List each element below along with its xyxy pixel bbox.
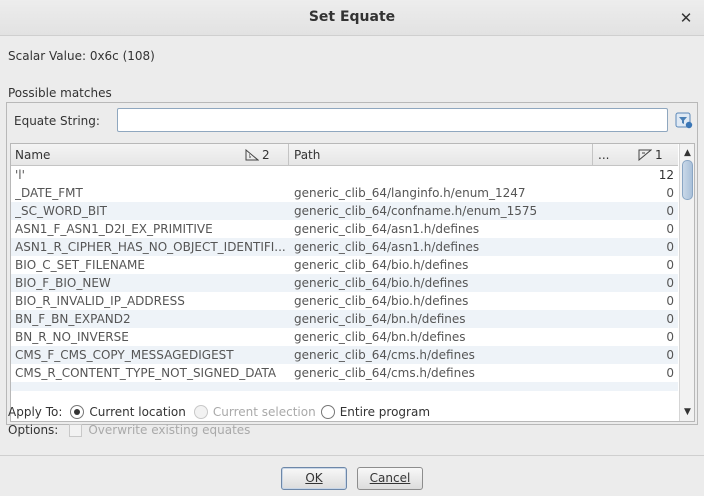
arrow-down-icon: ▼ — [684, 407, 691, 417]
filter-settings-icon — [675, 112, 693, 129]
title-bar: Set Equate ✕ — [0, 0, 704, 36]
table-row[interactable]: BIO_C_SET_FILENAME generic_clib_64/bio.h… — [11, 256, 678, 274]
cell-path: generic_clib_64/cms.h/defines — [294, 348, 475, 362]
cell-name: 'l' — [15, 168, 25, 182]
cell-count: 0 — [666, 222, 674, 236]
cell-path: generic_clib_64/bn.h/defines — [294, 330, 466, 344]
cell-path: generic_clib_64/langinfo.h/enum_1247 — [294, 186, 526, 200]
equate-string-label: Equate String: — [14, 114, 100, 128]
cell-path: generic_clib_64/bio.h/defines — [294, 276, 469, 290]
cell-name: CMS_R_CONTENT_TYPE_NOT_SIGNED_DATA — [15, 366, 277, 380]
current-selection-label: Current selection — [212, 405, 316, 419]
cell-path: generic_clib_64/bn.h/defines — [294, 312, 466, 326]
matches-table: Name 2 Path ... 1 'l' 12 _DATE_FMT gener… — [10, 143, 695, 422]
table-row[interactable]: BIO_R_INVALID_IP_ADDRESS generic_clib_64… — [11, 292, 678, 310]
cell-path: generic_clib_64/asn1.h/defines — [294, 240, 480, 254]
cell-name: BN_F_BN_EXPAND2 — [15, 312, 131, 326]
cell-name: _SC_WORD_BIT — [15, 204, 107, 218]
cell-name: BIO_F_BIO_NEW — [15, 276, 111, 290]
current-location-label[interactable]: Current location — [89, 405, 186, 419]
column-header-count[interactable]: ... 1 — [593, 144, 678, 166]
table-row[interactable]: CMS_F_CMS_COPY_MESSAGEDIGEST generic_cli… — [11, 346, 678, 364]
table-row[interactable]: BN_R_NO_INVERSE generic_clib_64/bn.h/def… — [11, 328, 678, 346]
cell-path: generic_clib_64/bio.h/defines — [294, 258, 469, 272]
cell-count: 0 — [666, 258, 674, 272]
cell-count: 0 — [666, 348, 674, 362]
cell-name: BN_R_NO_INVERSE — [15, 330, 129, 344]
overwrite-equates-checkbox — [69, 423, 83, 437]
cell-name: _DATE_FMT — [15, 186, 83, 200]
scroll-down-button[interactable]: ▼ — [680, 405, 694, 419]
button-bar: OK Cancel — [0, 455, 704, 496]
ok-button-label: OK — [305, 471, 323, 485]
table-body: 'l' 12 _DATE_FMT generic_clib_64/langinf… — [11, 166, 678, 421]
cell-name: BIO_R_INVALID_IP_ADDRESS — [15, 294, 185, 308]
table-row-partial — [11, 382, 678, 391]
close-icon: ✕ — [679, 9, 693, 27]
cell-count: 0 — [666, 240, 674, 254]
cell-count: 0 — [666, 312, 674, 326]
cell-count: 0 — [666, 276, 674, 290]
options-label: Options: — [8, 423, 59, 437]
column-path-label: Path — [294, 148, 321, 162]
count-sort-indicator: 1 — [638, 144, 663, 166]
scrollbar-thumb[interactable] — [682, 160, 693, 200]
cell-name: ASN1_F_ASN1_D2I_EX_PRIMITIVE — [15, 222, 213, 236]
table-vertical-scrollbar[interactable]: ▲ ▼ — [679, 144, 694, 421]
sort-descending-icon — [638, 149, 652, 161]
table-row[interactable]: ASN1_R_CIPHER_HAS_NO_OBJECT_IDENTIFI... … — [11, 238, 678, 256]
cell-count: 0 — [666, 294, 674, 308]
name-sort-indicator: 2 — [245, 144, 270, 166]
cell-path: generic_clib_64/asn1.h/defines — [294, 222, 480, 236]
table-row[interactable]: CMS_R_CONTENT_TYPE_NOT_SIGNED_DATA gener… — [11, 364, 678, 382]
cell-count: 0 — [666, 186, 674, 200]
possible-matches-label: Possible matches — [8, 86, 112, 100]
table-row[interactable]: BIO_F_BIO_NEW generic_clib_64/bio.h/defi… — [11, 274, 678, 292]
table-row[interactable]: 'l' 12 — [11, 166, 678, 184]
apply-to-label: Apply To: — [8, 405, 63, 419]
cell-name: ASN1_R_CIPHER_HAS_NO_OBJECT_IDENTIFI... — [15, 240, 286, 254]
cell-path: generic_clib_64/bio.h/defines — [294, 294, 469, 308]
cell-count: 0 — [666, 204, 674, 218]
filter-options-button[interactable] — [675, 111, 693, 129]
table-row[interactable]: _SC_WORD_BIT generic_clib_64/confname.h/… — [11, 202, 678, 220]
cell-name: CMS_F_CMS_COPY_MESSAGEDIGEST — [15, 348, 234, 362]
column-header-name[interactable]: Name 2 — [11, 144, 289, 166]
column-count-label: ... — [598, 148, 610, 162]
dialog-title: Set Equate — [308, 9, 396, 25]
cell-count: 12 — [658, 168, 674, 182]
table-header: Name 2 Path ... 1 — [11, 144, 678, 166]
cancel-button-label: Cancel — [369, 471, 411, 485]
current-selection-radio — [193, 405, 208, 419]
sort-ascending-icon — [245, 149, 259, 161]
apply-to-row: Apply To: Current location Current selec… — [8, 405, 430, 419]
entire-program-radio[interactable] — [320, 405, 335, 419]
scroll-up-button[interactable]: ▲ — [680, 146, 694, 160]
cancel-button[interactable]: Cancel — [357, 467, 423, 490]
table-row[interactable]: BN_F_BN_EXPAND2 generic_clib_64/bn.h/def… — [11, 310, 678, 328]
dialog-content: Scalar Value: 0x6c (108) Possible matche… — [0, 37, 704, 455]
entire-program-label[interactable]: Entire program — [340, 405, 430, 419]
equate-string-input[interactable] — [117, 108, 668, 132]
table-row[interactable]: ASN1_F_ASN1_D2I_EX_PRIMITIVE generic_cli… — [11, 220, 678, 238]
cell-count: 0 — [666, 330, 674, 344]
name-sort-order: 2 — [262, 148, 270, 162]
options-row: Options: Overwrite existing equates — [8, 423, 250, 437]
cell-path: generic_clib_64/confname.h/enum_1575 — [294, 204, 538, 218]
cell-path: generic_clib_64/cms.h/defines — [294, 366, 475, 380]
possible-matches-panel: Equate String: Name 2 Path ... 1 'l' 12 … — [6, 102, 698, 425]
overwrite-equates-label: Overwrite existing equates — [88, 423, 251, 437]
scalar-value: Scalar Value: 0x6c (108) — [8, 49, 155, 63]
arrow-up-icon: ▲ — [684, 148, 691, 158]
column-header-path[interactable]: Path — [289, 144, 593, 166]
close-button[interactable]: ✕ — [676, 8, 696, 28]
cell-name: BIO_C_SET_FILENAME — [15, 258, 145, 272]
table-row[interactable]: _DATE_FMT generic_clib_64/langinfo.h/enu… — [11, 184, 678, 202]
count-sort-order: 1 — [655, 148, 663, 162]
cell-count: 0 — [666, 366, 674, 380]
ok-button[interactable]: OK — [281, 467, 347, 490]
column-name-label: Name — [15, 148, 51, 162]
current-location-radio[interactable] — [70, 405, 85, 419]
